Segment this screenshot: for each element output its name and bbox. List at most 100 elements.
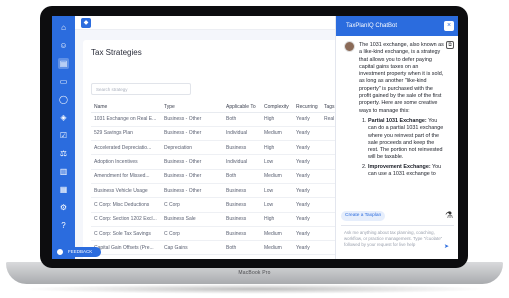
scale-icon[interactable]: ⚖ — [58, 148, 69, 159]
chat-input-placeholder: Ask me anything about tax planning, coac… — [344, 230, 443, 247]
table-cell: Medium — [261, 169, 293, 184]
table-row[interactable]: Charitable PlanningItemized Ded...BothMe… — [91, 254, 359, 259]
help-icon[interactable]: ? — [58, 220, 69, 231]
settings-icon[interactable]: ⚙ — [58, 202, 69, 213]
table-cell: Medium — [261, 126, 293, 142]
table-cell: Low — [261, 183, 293, 199]
table-cell: Yearly — [293, 212, 321, 227]
table-cell: Yearly — [293, 197, 321, 213]
table-row[interactable]: Capital Gain Offsets (Pre... Cap Gains Bot… — [91, 240, 359, 256]
list-item-text: You can do a partial 1031 exchange where… — [368, 117, 444, 161]
table-cell: Charitable Planning — [91, 254, 161, 259]
table-cell: Yearly — [293, 169, 321, 184]
close-icon[interactable]: × — [444, 21, 454, 31]
table-row[interactable]: 529 Savings Plan Business - Other Individu… — [91, 126, 359, 142]
device-brand: MacBook Pro — [238, 270, 271, 276]
table-cell: Business - Other — [161, 169, 223, 184]
chatbot-panel: TaxPlanIQ ChatBot × ⧉ The 1031 exchange,… — [335, 16, 458, 259]
feedback-label: FEEDBACK — [68, 249, 93, 254]
column-header-recurring[interactable]: Recurring — [293, 102, 321, 113]
feedback-button[interactable]: FEEDBACK — [55, 247, 101, 257]
table-row[interactable]: Business Vehicle Usage Business - Other Bu… — [91, 183, 359, 199]
table-cell: Business — [223, 183, 261, 199]
table-cell: Medium — [261, 254, 293, 259]
layers-icon[interactable]: ◈ — [58, 112, 69, 123]
feedback-icon — [56, 248, 64, 256]
table-cell: Yearly — [293, 254, 321, 259]
table-cell: Low — [261, 154, 293, 170]
column-header-type[interactable]: Type — [161, 102, 223, 113]
create-taxplan-button[interactable]: Create a Taxplan — [341, 211, 386, 221]
table-cell: Both — [223, 112, 261, 127]
book-icon[interactable]: ▥ — [58, 166, 69, 177]
table-cell: 529 Savings Plan — [91, 126, 161, 142]
table-cell: Business — [223, 226, 261, 242]
table-cell: Yearly — [293, 140, 321, 156]
table-cell: Yearly — [293, 226, 321, 242]
chatbot-header: TaxPlanIQ ChatBot × — [336, 16, 458, 36]
chatbot-title: TaxPlanIQ ChatBot — [346, 23, 398, 29]
table-row[interactable]: Accelerated Depreciatio... Depreciation Bu… — [91, 140, 359, 156]
table-cell: C Corp: Sole Tax Savings — [91, 226, 161, 242]
table-cell: Business - Other — [161, 183, 223, 199]
table-row[interactable]: Amendment for Missed... Business - Other B… — [91, 169, 359, 184]
table-cell: Business — [223, 197, 261, 213]
list-item-head: Improvement Exchange: — [368, 163, 431, 170]
table-cell: Yearly — [293, 183, 321, 199]
grid-icon[interactable]: ▦ — [58, 184, 69, 195]
table-cell: C Corp: Section 1202 Excl... — [91, 212, 161, 227]
column-header-complexity[interactable]: Complexity — [261, 102, 293, 113]
chat-icon[interactable]: ◯ — [58, 94, 69, 105]
column-header-name[interactable]: Name — [91, 102, 161, 113]
table-cell: Individual — [223, 126, 261, 142]
table-row[interactable]: C Corp: Misc Deductions C Corp Business Low… — [91, 197, 359, 213]
table-cell: Business Vehicle Usage — [91, 183, 161, 199]
copy-icon[interactable]: ⧉ — [446, 41, 454, 49]
table-cell: C Corp — [161, 226, 223, 242]
table-cell: Business — [223, 140, 261, 156]
table-cell: Both — [223, 240, 261, 256]
table-cell: Accelerated Depreciatio... — [91, 140, 161, 156]
search-input[interactable]: Search strategy — [91, 83, 191, 95]
table-cell: Business - Other — [161, 126, 223, 142]
top-bar: ◆ — [75, 16, 335, 30]
users-icon[interactable]: ☺ — [58, 40, 69, 51]
laptop-frame: MacBook Pro ⌂ ☺ ▤ ▭ ◯ ◈ ☑ ⚖ ▥ ▦ ⚙ ? ◆ Ta… — [0, 0, 509, 298]
message-list-item: Partial 1031 Exchange: You can do a part… — [368, 118, 445, 162]
table-cell: Medium — [261, 240, 293, 256]
chat-input[interactable]: Ask me anything about tax planning, coac… — [341, 225, 454, 255]
list-item-head: Partial 1031 Exchange: — [368, 117, 427, 124]
home-icon[interactable]: ⌂ — [58, 22, 69, 33]
strategies-table: Name Type Applicable To Complexity Recur… — [91, 102, 359, 259]
table-cell: Cap Gains — [161, 240, 223, 256]
table-cell: High — [261, 112, 293, 127]
table-cell: Yearly — [293, 126, 321, 142]
message-intro: The 1031 exchange, also known as a like-… — [359, 42, 444, 114]
table-cell: Capital Gain Offsets (Pre... — [91, 240, 161, 256]
table-row[interactable]: C Corp: Sole Tax Savings C Corp Business Me… — [91, 226, 359, 242]
table-row[interactable]: Adoption Incentives Business - Other Indiv… — [91, 154, 359, 170]
table-cell: Low — [261, 197, 293, 213]
sidebar: ⌂ ☺ ▤ ▭ ◯ ◈ ☑ ⚖ ▥ ▦ ⚙ ? — [52, 16, 75, 259]
document-icon[interactable]: ▤ — [58, 58, 69, 69]
table-cell: Depreciation — [161, 140, 223, 156]
table-row[interactable]: C Corp: Section 1202 Excl... Business Sal… — [91, 212, 359, 227]
column-header-applicable[interactable]: Applicable To — [223, 102, 261, 113]
checklist-icon[interactable]: ☑ — [58, 130, 69, 141]
bot-avatar — [344, 41, 355, 52]
bot-icon[interactable]: ⚗ — [444, 210, 454, 221]
table-cell: Amendment for Missed... — [91, 169, 161, 184]
app-logo-icon[interactable]: ◆ — [81, 18, 91, 28]
table-cell: High — [261, 140, 293, 156]
table-header-row: Name Type Applicable To Complexity Recur… — [91, 102, 359, 113]
send-icon[interactable]: ➤ — [444, 244, 451, 251]
table-cell: Both — [223, 254, 261, 259]
table-cell: 1031 Exchange on Real E... — [91, 112, 161, 127]
chat-message: The 1031 exchange, also known as a like-… — [359, 42, 445, 205]
table-cell: Business - Other — [161, 112, 223, 127]
table-row[interactable]: 1031 Exchange on Real E... Business - Oth… — [91, 112, 359, 127]
table-cell: C Corp: Misc Deductions — [91, 197, 161, 213]
table-cell: Individual — [223, 154, 261, 170]
table-cell: Business Sale — [161, 212, 223, 227]
folder-icon[interactable]: ▭ — [58, 76, 69, 87]
